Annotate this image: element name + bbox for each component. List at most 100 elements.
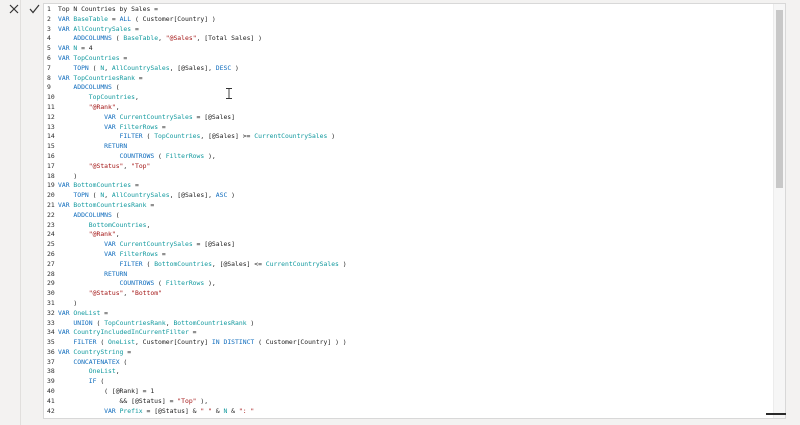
code-token: = [@Sales] (192, 240, 235, 249)
code-line[interactable]: 42 VAR Prefix = [@Status] & " " & N & ":… (44, 407, 773, 417)
code-token: VAR (58, 112, 120, 121)
line-number: 41 (47, 396, 55, 405)
code-token: Top N Countries by Sales = (58, 5, 162, 13)
code-line[interactable]: 14 FILTER ( TopCountries, [@Sales] >= Cu… (44, 132, 773, 142)
line-number: 8 (47, 73, 51, 82)
dax-formula-editor[interactable]: 1 Top N Countries by Sales = 2 VAR BaseTab… (43, 3, 786, 419)
code-line[interactable]: 41 && [@Status] = "Top" ), (44, 397, 773, 407)
line-text: CONCATENATEX ( (58, 358, 127, 368)
code-line[interactable]: 28 RETURN (44, 270, 773, 280)
code-token: = (134, 73, 143, 82)
code-line[interactable]: 6 VAR TopCountries = (44, 54, 773, 64)
line-number: 21 (47, 200, 55, 209)
code-token: TopCountriesRank (104, 318, 166, 327)
code-line[interactable]: 10 TopCountries, (44, 93, 773, 103)
line-text: VAR BottomCountriesRank = (58, 201, 154, 211)
code-token: FilterRows (165, 279, 205, 288)
code-token: , (123, 161, 132, 170)
code-token: = (188, 328, 197, 337)
code-token: VAR (58, 122, 120, 131)
code-token: FILTER (58, 338, 97, 347)
code-token: ( (154, 279, 166, 288)
code-token: TopCountries (154, 132, 201, 141)
code-area[interactable]: 1 Top N Countries by Sales = 2 VAR BaseTab… (44, 5, 773, 416)
code-token: , (146, 220, 151, 229)
code-token: ) (327, 132, 336, 141)
commit-button[interactable] (27, 1, 42, 17)
line-text: ) (58, 172, 77, 182)
code-token: BottomCountries (73, 181, 132, 190)
code-line[interactable]: 25 VAR CurrentCountrySales = [@Sales] (44, 240, 773, 250)
code-line[interactable]: 39 IF ( (44, 377, 773, 387)
vertical-scrollbar[interactable] (773, 4, 785, 418)
code-token: ( (111, 34, 124, 43)
code-token: ), (196, 396, 209, 405)
code-line[interactable]: 8 VAR TopCountriesRank = (44, 74, 773, 84)
code-line[interactable]: 12 VAR CurrentCountrySales = [@Sales] (44, 113, 773, 123)
code-line[interactable]: 26 VAR FilterRows = (44, 250, 773, 260)
code-line[interactable]: 16 COUNTROWS ( FilterRows ), (44, 152, 773, 162)
code-line[interactable]: 4 ADDCOLUMNS ( BaseTable, "@Sales", [Tot… (44, 34, 773, 44)
code-line[interactable]: 38 OneList, (44, 367, 773, 377)
line-text: FILTER ( TopCountries, [@Sales] >= Curre… (58, 132, 336, 142)
code-token: ": " (238, 406, 255, 415)
code-token: , (115, 102, 120, 111)
code-token: , [@Sales], (169, 191, 216, 200)
code-line[interactable]: 19 VAR BottomCountries = (44, 181, 773, 191)
line-text: FILTER ( BottomCountries, [@Sales] <= Cu… (58, 260, 347, 270)
code-line[interactable]: 20 TOPN ( N, AllCountrySales, [@Sales], … (44, 191, 773, 201)
line-number: 39 (47, 377, 55, 386)
code-token: , [Total Sales] ) (196, 34, 262, 43)
code-line[interactable]: 5 VAR N = 4 (44, 44, 773, 54)
line-text: ADDCOLUMNS ( BaseTable, "@Sales", [Total… (58, 34, 262, 44)
code-line[interactable]: 40 ( [@Rank] = 1 (44, 387, 773, 397)
code-line[interactable]: 30 "@Status", "Bottom" (44, 289, 773, 299)
code-line[interactable]: 24 "@Rank", (44, 230, 773, 240)
line-number: 3 (47, 24, 51, 33)
line-number: 30 (47, 289, 55, 298)
code-line[interactable]: 27 FILTER ( BottomCountries, [@Sales] <=… (44, 260, 773, 270)
code-line[interactable]: 7 TOPN ( N, AllCountrySales, [@Sales], D… (44, 64, 773, 74)
code-line[interactable]: 33 UNION ( TopCountriesRank, BottomCount… (44, 319, 773, 329)
code-line[interactable]: 9 ADDCOLUMNS ( (44, 83, 773, 93)
code-line[interactable]: 37 CONCATENATEX ( (44, 358, 773, 368)
code-line[interactable]: 17 "@Status", "Top" (44, 162, 773, 172)
code-line[interactable]: 2 VAR BaseTable = ALL ( Customer[Country]… (44, 15, 773, 25)
code-line[interactable]: 23 BottomCountries, (44, 221, 773, 231)
code-token: AllCountrySales (111, 63, 170, 72)
resize-handle[interactable] (766, 413, 786, 415)
code-token: CurrentCountrySales (254, 132, 328, 141)
code-line[interactable]: 21 VAR BottomCountriesRank = (44, 201, 773, 211)
code-line[interactable]: 35 FILTER ( OneList, Customer[Country] I… (44, 338, 773, 348)
line-number: 2 (47, 14, 51, 23)
code-line[interactable]: 11 "@Rank", (44, 103, 773, 113)
code-line[interactable]: 32 VAR OneList = (44, 309, 773, 319)
code-token: ADDCOLUMNS (58, 34, 112, 43)
code-token: , (104, 63, 112, 72)
code-token: DISTINCT (223, 338, 255, 347)
code-line[interactable]: 29 COUNTROWS ( FilterRows ), (44, 279, 773, 289)
code-line[interactable]: 36 VAR CountryString = (44, 348, 773, 358)
code-line[interactable]: 3 VAR AllCountrySales = (44, 25, 773, 35)
code-line[interactable]: 22 ADDCOLUMNS ( (44, 211, 773, 221)
code-token: VAR (58, 181, 74, 190)
scrollbar-thumb[interactable] (776, 10, 783, 188)
code-token: VAR (58, 328, 74, 337)
code-token: & (211, 406, 224, 415)
code-line[interactable]: 13 VAR FilterRows = (44, 123, 773, 133)
code-token: = (131, 24, 139, 33)
code-line[interactable]: 34 VAR CountryIncludedInCurrentFilter = (44, 328, 773, 338)
code-line[interactable]: 15 RETURN (44, 142, 773, 152)
code-token: , (123, 289, 132, 298)
line-number: 40 (47, 387, 55, 396)
code-line[interactable]: 1 Top N Countries by Sales = (44, 5, 773, 15)
code-line[interactable]: 18 ) (44, 172, 773, 182)
line-number: 11 (47, 102, 55, 111)
cancel-button[interactable] (6, 1, 21, 17)
code-token: AllCountrySales (111, 191, 170, 200)
code-line[interactable]: 31 ) (44, 299, 773, 309)
line-number: 42 (47, 406, 55, 415)
